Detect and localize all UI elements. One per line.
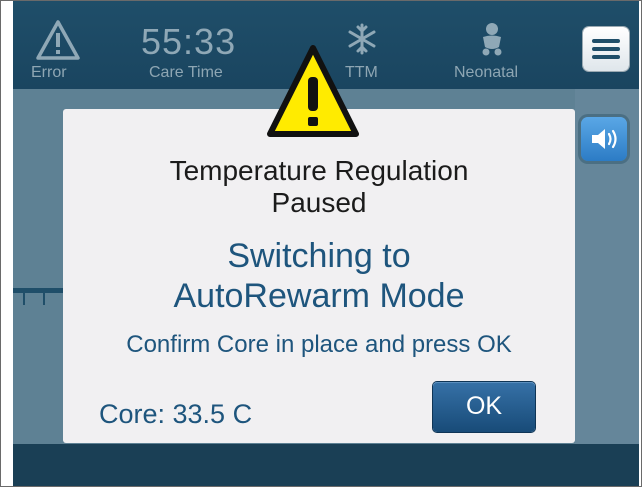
error-label: Error [31,64,67,81]
trend-tick [43,293,45,305]
care-time-value: 55:33 [141,21,237,62]
trend-tick [23,293,25,305]
sound-button[interactable] [581,117,627,161]
alert-dialog: Temperature Regulation Paused Switching … [63,109,575,443]
menu-button[interactable] [583,27,629,71]
neonatal-label: Neonatal [454,64,519,81]
dialog-title-line1: Temperature Regulation [169,155,469,186]
baby-icon [482,23,502,56]
care-time-label: Care Time [149,64,223,81]
bottom-bar [13,444,639,486]
error-status[interactable]: Error [13,1,103,89]
device-frame: Error 55:33 Care Time TTM Neonatal Tempe… [0,0,642,487]
device-screen: Error 55:33 Care Time TTM Neonatal Tempe… [13,1,639,486]
speaker-icon [592,129,617,149]
ok-button[interactable]: OK [433,382,535,432]
error-warning-icon [36,20,80,60]
dialog-title-line2: Paused [271,187,367,218]
core-temperature-reading: Core: 33.5 C [99,399,253,429]
switching-line2: AutoRewarm Mode [173,277,465,315]
switching-line1: Switching to [227,237,411,275]
confirm-instruction: Confirm Core in place and press OK [126,331,512,358]
trend-line-fragment [13,288,63,293]
large-warning-icon [267,45,359,137]
